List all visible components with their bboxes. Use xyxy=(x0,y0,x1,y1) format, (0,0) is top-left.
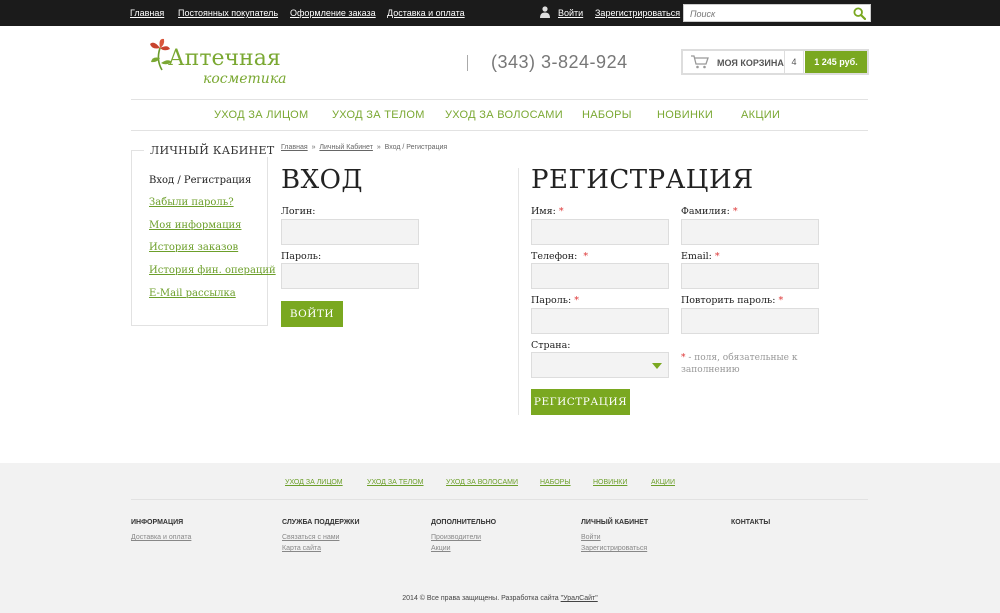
footer-col-title-extra: ДОПОЛНИТЕЛЬНО xyxy=(431,519,497,526)
logo-text-sub: косметика xyxy=(203,71,287,87)
reg-password-label: Пароль: * xyxy=(531,295,579,306)
sidebar-item-login-register[interactable]: Вход / Регистрация xyxy=(149,175,251,186)
footer-nav-sales[interactable]: АКЦИИ xyxy=(651,479,675,486)
required-fields-note: * - поля, обязательные к заполнению xyxy=(681,353,798,375)
developer-link[interactable]: "УралСайт" xyxy=(561,595,598,602)
sidebar-item-email-newsletter[interactable]: E-Mail рассылка xyxy=(149,288,236,299)
top-link-home[interactable]: Главная xyxy=(130,8,164,18)
logo-text-main: Аптечная xyxy=(168,46,281,71)
top-link-regular-customers[interactable]: Постоянных покупатель xyxy=(178,8,278,18)
footer-col-title-info: ИНФОРМАЦИЯ xyxy=(131,519,184,526)
footer-nav-sets[interactable]: НАБОРЫ xyxy=(540,479,571,486)
footer-link-sitemap[interactable]: Карта сайта xyxy=(282,545,321,552)
breadcrumb-home[interactable]: Главная xyxy=(281,144,308,151)
email-label: Email: * xyxy=(681,251,720,262)
account-sidebar: ЛИЧНЫЙ КАБИНЕТ Вход / Регистрация Забыли… xyxy=(131,144,281,326)
forms-divider xyxy=(518,168,519,415)
password-label: Пароль: xyxy=(281,251,322,262)
footer-nav-hair-care[interactable]: УХОД ЗА ВОЛОСАМИ xyxy=(446,479,518,486)
sidebar-item-forgot-password[interactable]: Забыли пароль? xyxy=(149,197,234,208)
breadcrumb: Главная » Личный Кабинет » Вход / Регист… xyxy=(281,144,447,151)
phone-divider xyxy=(467,55,468,71)
chevron-down-icon xyxy=(652,363,662,369)
nav-new[interactable]: НОВИНКИ xyxy=(657,109,713,121)
footer-divider xyxy=(131,499,868,500)
footer-col-title-account: ЛИЧНЫЙ КАБИНЕТ xyxy=(581,519,649,526)
nav-face-care[interactable]: УХОД ЗА ЛИЦОМ xyxy=(214,109,308,121)
sidebar-item-my-info[interactable]: Моя информация xyxy=(149,220,241,231)
breadcrumb-current: Вход / Регистрация xyxy=(384,144,448,151)
top-link-delivery[interactable]: Доставка и оплата xyxy=(387,8,465,18)
search-icon[interactable] xyxy=(853,7,866,20)
cart-widget[interactable]: МОЯ КОРЗИНА 4 1 245 руб. xyxy=(681,49,869,75)
breadcrumb-cabinet[interactable]: Личный Кабинет xyxy=(319,144,373,151)
footer-col-title-support: СЛУЖБА ПОДДЕРЖКИ xyxy=(282,519,360,526)
footer: УХОД ЗА ЛИЦОМ УХОД ЗА ТЕЛОМ УХОД ЗА ВОЛО… xyxy=(0,463,1000,613)
cart-count: 4 xyxy=(784,51,804,73)
name-input[interactable] xyxy=(531,219,669,245)
top-bar: Главная Постоянных покупатель Оформление… xyxy=(0,0,1000,26)
search-box xyxy=(683,4,871,22)
footer-link-register[interactable]: Зарегистрироваться xyxy=(581,545,647,552)
repeat-password-label: Повторить пароль: * xyxy=(681,295,784,306)
cart-label: МОЯ КОРЗИНА xyxy=(717,58,784,68)
breadcrumb-separator: » xyxy=(376,144,381,151)
user-icon xyxy=(540,6,550,18)
sidebar-item-finance-history[interactable]: История фин. операций xyxy=(149,265,276,276)
search-input[interactable] xyxy=(690,7,850,20)
login-link[interactable]: Войти xyxy=(558,8,583,18)
login-button[interactable]: ВОЙТИ xyxy=(281,301,343,327)
country-select[interactable] xyxy=(531,352,669,378)
registration-title: РЕГИСТРАЦИЯ xyxy=(531,165,754,195)
footer-link-contact[interactable]: Связаться с нами xyxy=(282,534,339,541)
footer-link-login[interactable]: Войти xyxy=(581,534,601,541)
breadcrumb-separator: » xyxy=(311,144,316,151)
copyright: 2014 © Все права защищены. Разработка са… xyxy=(402,595,598,602)
footer-link-sales[interactable]: Акции xyxy=(431,545,451,552)
phone-number: (343) 3-824-924 xyxy=(491,52,628,72)
nav-sets[interactable]: НАБОРЫ xyxy=(582,109,632,121)
register-button[interactable]: РЕГИСТРАЦИЯ xyxy=(531,389,630,415)
login-title: ВХОД xyxy=(281,165,364,195)
reg-password-input[interactable] xyxy=(531,308,669,334)
nav-body-care[interactable]: УХОД ЗА ТЕЛОМ xyxy=(332,109,425,121)
footer-nav-body-care[interactable]: УХОД ЗА ТЕЛОМ xyxy=(367,479,424,486)
login-input[interactable] xyxy=(281,219,419,245)
login-label: Логин: xyxy=(281,206,316,217)
surname-input[interactable] xyxy=(681,219,819,245)
sidebar-item-order-history[interactable]: История заказов xyxy=(149,242,238,253)
email-input[interactable] xyxy=(681,263,819,289)
country-label: Страна: xyxy=(531,340,571,351)
footer-link-manufacturers[interactable]: Производители xyxy=(431,534,481,541)
phone-label: Телефон: * xyxy=(531,251,589,262)
repeat-password-input[interactable] xyxy=(681,308,819,334)
register-link[interactable]: Зарегистрироваться xyxy=(595,8,680,18)
nav-sales[interactable]: АКЦИИ xyxy=(741,109,780,121)
main-nav: УХОД ЗА ЛИЦОМ УХОД ЗА ТЕЛОМ УХОД ЗА ВОЛО… xyxy=(131,99,868,131)
footer-col-title-contacts: КОНТАКТЫ xyxy=(731,519,771,526)
password-input[interactable] xyxy=(281,263,419,289)
sidebar-title: ЛИЧНЫЙ КАБИНЕТ xyxy=(144,144,281,157)
surname-label: Фамилия: * xyxy=(681,206,738,217)
logo[interactable]: Аптечная косметика xyxy=(148,38,288,92)
footer-nav-new[interactable]: НОВИНКИ xyxy=(593,479,627,486)
phone-input[interactable] xyxy=(531,263,669,289)
footer-link-delivery[interactable]: Доставка и оплата xyxy=(131,534,191,541)
cart-total: 1 245 руб. xyxy=(805,51,867,73)
cart-icon xyxy=(691,55,709,69)
top-link-checkout[interactable]: Оформление заказа xyxy=(290,8,376,18)
footer-nav-face-care[interactable]: УХОД ЗА ЛИЦОМ xyxy=(285,479,343,486)
nav-hair-care[interactable]: УХОД ЗА ВОЛОСАМИ xyxy=(445,109,563,121)
name-label: Имя: * xyxy=(531,206,564,217)
